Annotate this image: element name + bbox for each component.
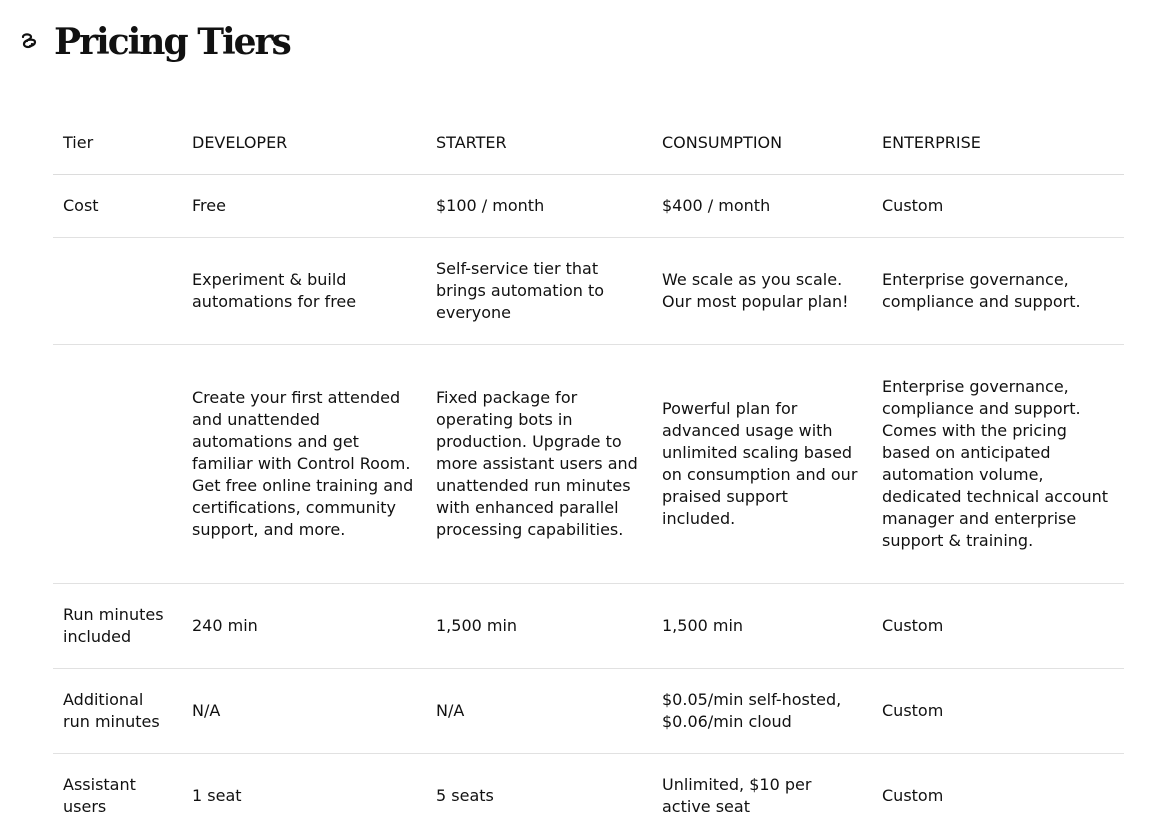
table-row-tagline: Experiment & build automations for free …: [53, 237, 1124, 345]
column-header-enterprise: ENTERPRISE: [872, 112, 1124, 175]
assistant-users-starter: 5 seats: [436, 785, 494, 805]
page-header: Pricing Tiers: [18, 20, 292, 64]
description-enterprise: Enterprise governance, compliance and su…: [872, 344, 1124, 584]
tagline-developer: Experiment & build automations for free: [182, 237, 426, 345]
tagline-consumption: We scale as you scale. Our most popular …: [652, 237, 872, 345]
additional-minutes-starter: N/A: [426, 668, 652, 754]
row-label: [53, 237, 182, 345]
column-header-starter: STARTER: [426, 112, 652, 175]
run-minutes-enterprise: Custom: [872, 583, 1124, 669]
cost-developer: Free: [182, 174, 426, 238]
column-header-consumption: CONSUMPTION: [652, 112, 872, 175]
additional-minutes-enterprise: Custom: [872, 668, 1124, 754]
tagline-enterprise: Enterprise governance, compliance and su…: [872, 237, 1124, 345]
description-developer: Create your first attended and unattende…: [182, 344, 426, 584]
description-starter: Fixed package for operating bots in prod…: [426, 344, 652, 584]
column-header-tier: Tier: [53, 112, 182, 175]
assistant-users-enterprise: Custom: [882, 785, 944, 805]
row-label: Cost: [53, 174, 182, 238]
table-header-row: Tier DEVELOPER STARTER CONSUMPTION ENTER…: [53, 112, 1124, 175]
table-row-run-minutes: Run minutes included 240 min 1,500 min 1…: [53, 583, 1124, 669]
description-consumption: Powerful plan for advanced usage with un…: [652, 344, 872, 584]
table-row-additional-minutes: Additional run minutes N/A N/A $0.05/min…: [53, 668, 1124, 754]
assistant-users-developer: 1 seat: [192, 785, 242, 805]
run-minutes-developer: 240 min: [182, 583, 426, 669]
cost-enterprise: Custom: [872, 174, 1124, 238]
row-label: Assistant users: [63, 774, 136, 816]
column-header-developer: DEVELOPER: [182, 112, 426, 175]
table-row-description: Create your first attended and unattende…: [53, 344, 1124, 584]
pricing-table: Tier DEVELOPER STARTER CONSUMPTION ENTER…: [53, 112, 1124, 838]
additional-minutes-developer: N/A: [182, 668, 426, 754]
table-row-assistant-users: Assistant users 1 seat 5 seats Unlimited…: [53, 753, 1124, 838]
link-loop-icon[interactable]: [18, 31, 40, 53]
cost-starter: $100 / month: [426, 174, 652, 238]
additional-minutes-consumption: $0.05/min self-hosted, $0.06/min cloud: [652, 668, 872, 754]
tagline-starter: Self-service tier that brings automation…: [426, 237, 652, 345]
row-label: [53, 344, 182, 584]
row-label: Run minutes included: [53, 583, 182, 669]
row-label: Additional run minutes: [53, 668, 182, 754]
page-title: Pricing Tiers: [54, 21, 292, 63]
table-row-cost: Cost Free $100 / month $400 / month Cust…: [53, 174, 1124, 238]
run-minutes-starter: 1,500 min: [426, 583, 652, 669]
assistant-users-consumption: Unlimited, $10 per active seat: [662, 774, 812, 816]
cost-consumption: $400 / month: [652, 174, 872, 238]
run-minutes-consumption: 1,500 min: [652, 583, 872, 669]
